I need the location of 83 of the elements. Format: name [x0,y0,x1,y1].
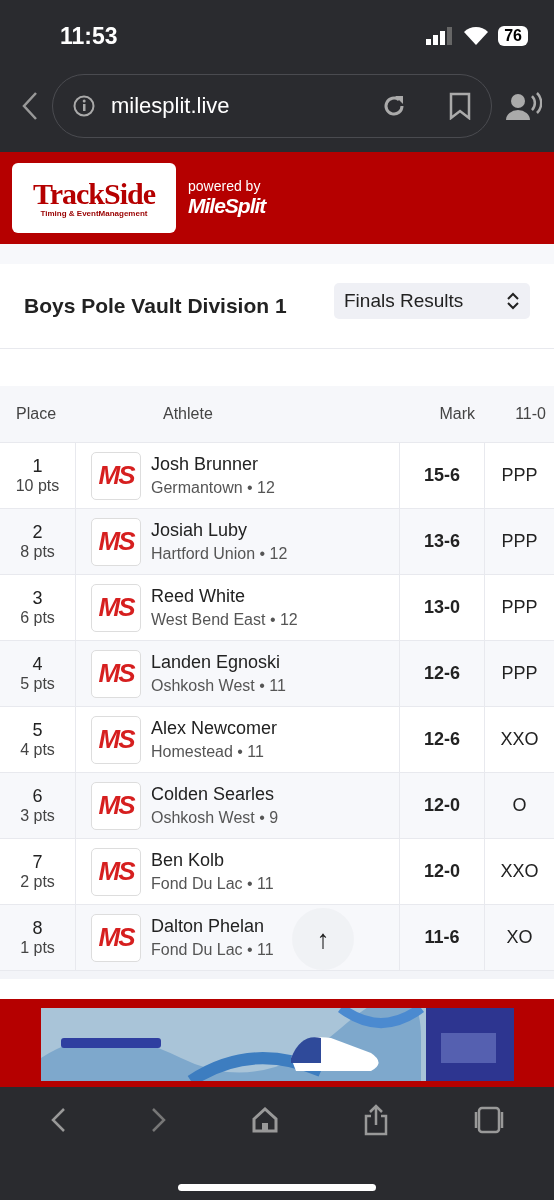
athlete-name[interactable]: Landen Egnoski [151,652,286,673]
points-text: 3 pts [20,807,55,825]
column-header: Place [16,405,57,423]
wifi-icon [464,27,489,45]
points-text: 8 pts [20,543,55,561]
place-number: 7 [32,852,43,873]
mark-value: 12-6 [424,663,460,684]
column-header: Mark [439,405,475,423]
team-logo: MS [91,781,141,830]
mark-value: 11-6 [424,927,460,948]
attempt-result: XXO [500,729,539,750]
team-text: Fond Du Lac • 11 [151,875,274,893]
mark-value: 13-6 [424,531,460,552]
athlete-name[interactable]: Josh Brunner [151,454,275,475]
team-logo: MS [91,847,141,896]
voice-icon[interactable] [506,92,542,120]
team-text: Homestead • 11 [151,743,265,761]
athlete-name[interactable]: Ben Kolb [151,850,274,871]
round-select[interactable]: Finals Results [334,283,530,319]
team-text: Oshkosh West • 9 [151,809,279,827]
place-number: 6 [32,786,43,807]
points-text: 4 pts [20,741,55,759]
logo-title: TrackSide [32,178,156,209]
attempt-result: PPP [501,531,538,552]
team-logo: MS [91,715,141,764]
clock-time: 11:53 [60,22,119,50]
points-text: 1 pts [20,939,55,957]
points-text: 5 pts [20,675,55,693]
powered-by-text: powered by [188,178,262,194]
attempt-result: XO [506,927,533,948]
team-text: Fond Du Lac • 11 [151,941,274,959]
forward-icon[interactable] [151,1107,168,1133]
brand-logo[interactable]: MileSplit [188,194,266,218]
team-logo: MS [91,913,141,962]
team-text: Hartford Union • 12 [151,545,288,563]
points-text: 6 pts [20,609,55,627]
tabs-icon[interactable] [473,1106,504,1134]
attempt-result: XXO [500,861,539,882]
team-logo: MS [91,649,141,698]
points-text: 10 pts [15,477,60,495]
logo-subtitle: Timing & EventManagement [40,208,148,218]
bookmark-icon[interactable] [449,92,471,120]
place-number: 4 [32,654,43,675]
athlete-name[interactable]: Alex Newcomer [151,718,278,739]
attempt-result: PPP [501,597,538,618]
chevron-icon [506,291,520,311]
mark-value: 12-6 [424,729,460,750]
team-logo: MS [91,451,141,500]
points-text: 2 pts [20,873,55,891]
back-icon[interactable] [22,91,38,121]
url-text: milesplit.live [111,93,231,119]
team-text: Oshkosh West • 11 [151,677,286,695]
event-title: Boys Pole Vault Division 1 [24,294,287,318]
back-icon[interactable] [50,1107,67,1133]
battery-level: 76 [498,26,528,46]
signal-icon [426,27,455,45]
athlete-name[interactable]: Colden Searles [151,784,279,805]
place-number: 1 [32,456,43,477]
home-icon[interactable] [252,1107,278,1133]
team-text: Germantown • 12 [151,479,275,497]
mark-value: 15-6 [424,465,460,486]
info-icon[interactable] [73,95,95,117]
mark-value: 12-0 [424,861,460,882]
attempt-result: PPP [501,663,538,684]
column-header: Athlete [163,405,213,423]
scroll-top-button[interactable]: ↑ [292,908,354,970]
attempt-result: O [512,795,527,816]
share-icon[interactable] [362,1104,389,1136]
attempt-result: PPP [501,465,538,486]
column-header: 11-0 [515,405,546,423]
place-number: 2 [32,522,43,543]
place-number: 3 [32,588,43,609]
mark-value: 12-0 [424,795,460,816]
team-logo: MS [91,583,141,632]
place-number: 5 [32,720,43,741]
tracking-logo[interactable]: TrackSide Timing & EventManagement [12,163,176,233]
athlete-name[interactable]: Josiah Luby [151,520,288,541]
team-text: West Bend East • 12 [151,611,298,629]
mark-value: 13-0 [424,597,460,618]
athlete-name[interactable]: Reed White [151,586,298,607]
team-logo: MS [91,517,141,566]
athlete-name[interactable]: Dalton Phelan [151,916,274,937]
place-number: 8 [32,918,43,939]
